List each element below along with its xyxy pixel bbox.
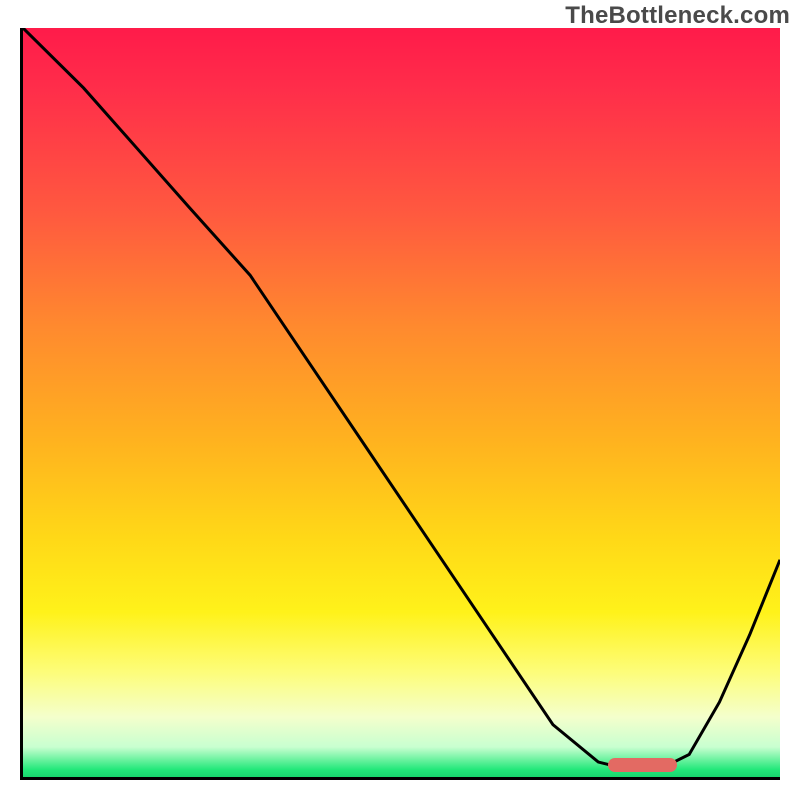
watermark-text: TheBottleneck.com bbox=[565, 2, 790, 30]
plot-area bbox=[20, 28, 780, 780]
bottleneck-curve-path bbox=[23, 28, 780, 770]
chart-stage: TheBottleneck.com bbox=[0, 0, 800, 800]
curve-svg bbox=[23, 28, 780, 777]
optimal-range-marker bbox=[608, 758, 676, 772]
